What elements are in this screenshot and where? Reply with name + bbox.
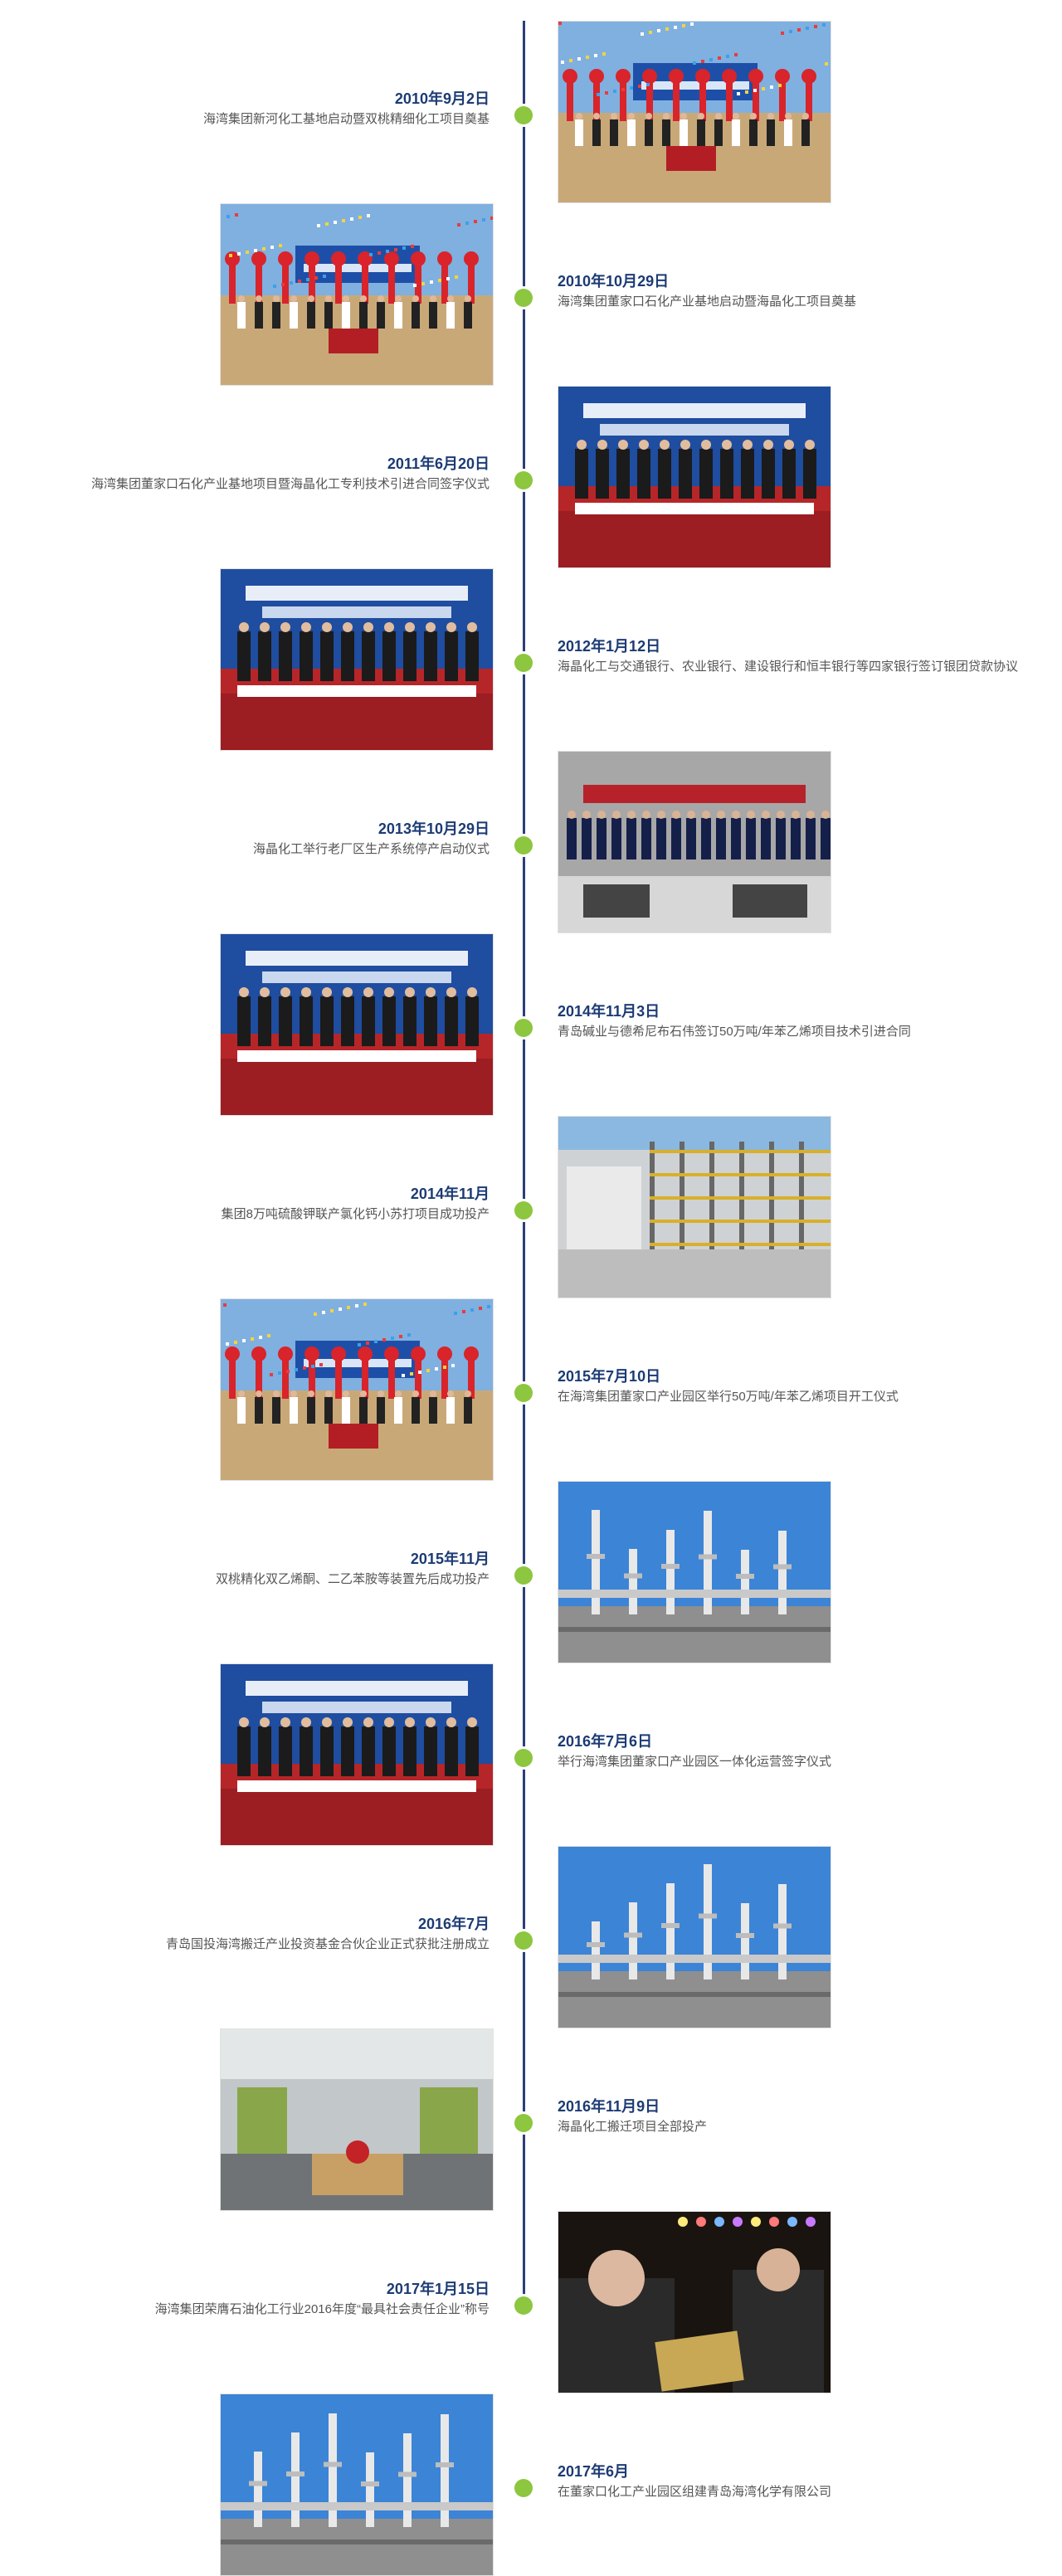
timeline-entry: 2016年7月6日举行海湾集团董家口产业园区一体化运营签字仪式 [0, 1659, 1062, 1846]
timeline-description: 在董家口化工产业园区组建青岛海湾化学有限公司 [558, 2485, 832, 2499]
timeline-dot [514, 654, 533, 672]
timeline-description: 在海湾集团董家口产业园区举行50万吨/年苯乙烯项目开工仪式 [558, 1390, 899, 1404]
event-photo [221, 569, 493, 750]
timeline-description: 海晶化工与交通银行、农业银行、建设银行和恒丰银行等四家银行签订银团贷款协议 [558, 660, 1019, 674]
timeline-entry: 2011年6月20日海湾集团董家口石化产业基地项目暨海晶化工专利技术引进合同签字… [0, 382, 1062, 568]
timeline-date: 2011年6月20日 [387, 455, 490, 472]
signing-ceremony-photo [220, 568, 494, 751]
timeline-dot [514, 1019, 533, 1037]
timeline-description: 海湾集团董家口石化产业基地启动暨海晶化工项目奠基 [558, 295, 857, 309]
timeline-entry-text: 2012年1月12日海晶化工与交通银行、农业银行、建设银行和恒丰银行等四家银行签… [558, 637, 1022, 675]
event-photo [558, 2212, 831, 2393]
timeline-entry: 2016年7月青岛国投海湾搬迁产业投资基金合伙企业正式获批注册成立 [0, 1842, 1062, 2028]
timeline-dot [514, 1201, 533, 1220]
chemical-plant-photo [558, 1846, 831, 2028]
timeline-entry-text: 2016年7月6日举行海湾集团董家口产业园区一体化运营签字仪式 [558, 1732, 1022, 1770]
timeline-description: 举行海湾集团董家口产业园区一体化运营签字仪式 [558, 1755, 832, 1769]
groundbreaking-ceremony-photo [220, 203, 494, 386]
timeline-date: 2014年11月3日 [558, 1003, 660, 1020]
meeting-hall-photo [558, 751, 831, 933]
plant-interior-photo [558, 1116, 831, 1298]
timeline-dot [514, 2296, 533, 2315]
timeline-description: 青岛国投海湾搬迁产业投资基金合伙企业正式获批注册成立 [165, 1937, 490, 1951]
event-photo [558, 387, 831, 567]
chemical-plant-photo [220, 2393, 494, 2576]
timeline-entry-text: 2017年1月15日海湾集团荣膺石油化工行业2016年度“最具社会责任企业”称号 [25, 2280, 490, 2318]
timeline-dot [514, 2114, 533, 2132]
timeline-entry: 2010年9月2日海湾集团新河化工基地启动暨双桃精细化工项目奠基 [0, 17, 1062, 203]
timeline-date: 2010年10月29日 [558, 273, 670, 290]
timeline-date: 2014年11月 [410, 1186, 490, 1202]
production-line-photo [220, 2028, 494, 2211]
timeline-entry-text: 2017年6月在董家口化工产业园区组建青岛海湾化学有限公司 [558, 2462, 1022, 2501]
timeline-dot [514, 1384, 533, 1402]
timeline-dot [514, 106, 533, 124]
timeline-entry-text: 2011年6月20日海湾集团董家口石化产业基地项目暨海晶化工专利技术引进合同签字… [25, 455, 490, 493]
chemical-plant-photo [558, 1481, 831, 1663]
timeline-entry: 2015年7月10日在海湾集团董家口产业园区举行50万吨/年苯乙烯项目开工仪式 [0, 1294, 1062, 1481]
timeline-entry-text: 2015年11月双桃精化双乙烯酮、二乙苯胺等装置先后成功投产 [25, 1550, 490, 1588]
timeline-entry: 2017年1月15日海湾集团荣膺石油化工行业2016年度“最具社会责任企业”称号 [0, 2207, 1062, 2393]
signing-ceremony-photo [220, 933, 494, 1116]
timeline-description: 海晶化工搬迁项目全部投产 [558, 2120, 708, 2134]
timeline-description: 海湾集团董家口石化产业基地项目暨海晶化工专利技术引进合同签字仪式 [90, 477, 490, 491]
event-photo [558, 22, 831, 202]
event-photo [558, 752, 831, 933]
timeline-date: 2016年11月9日 [558, 2098, 660, 2115]
groundbreaking-ceremony-photo [220, 1298, 494, 1481]
timeline-entry-text: 2010年10月29日海湾集团董家口石化产业基地启动暨海晶化工项目奠基 [558, 272, 1022, 310]
timeline-dot [514, 2479, 533, 2497]
groundbreaking-ceremony-photo [558, 21, 831, 203]
timeline-dot [514, 289, 533, 307]
timeline-description: 海晶化工举行老厂区生产系统停产启动仪式 [252, 842, 490, 856]
timeline-entry-text: 2010年9月2日海湾集团新河化工基地启动暨双桃精细化工项目奠基 [25, 90, 490, 128]
timeline-dot [514, 836, 533, 855]
timeline-entry: 2010年10月29日海湾集团董家口石化产业基地启动暨海晶化工项目奠基 [0, 199, 1062, 386]
timeline-date: 2017年1月15日 [386, 2281, 490, 2297]
timeline-entry: 2012年1月12日海晶化工与交通银行、农业银行、建设银行和恒丰银行等四家银行签… [0, 564, 1062, 751]
history-timeline: 2010年9月2日海湾集团新河化工基地启动暨双桃精细化工项目奠基 2010年10月… [0, 0, 1062, 2576]
timeline-description: 双桃精化双乙烯酮、二乙苯胺等装置先后成功投产 [215, 1572, 490, 1586]
timeline-entry-text: 2013年10月29日海晶化工举行老厂区生产系统停产启动仪式 [25, 820, 490, 858]
event-photo [221, 1664, 493, 1845]
timeline-entry: 2014年11月集团8万吨硫酸钾联产氯化钙小苏打项目成功投产 [0, 1112, 1062, 1298]
timeline-date: 2012年1月12日 [558, 638, 661, 655]
timeline-entry: 2014年11月3日青岛碱业与德希尼布石伟签订50万吨/年苯乙烯项目技术引进合同 [0, 929, 1062, 1116]
event-photo [221, 934, 493, 1115]
timeline-date: 2010年9月2日 [394, 90, 490, 107]
timeline-description: 集团8万吨硫酸钾联产氯化钙小苏打项目成功投产 [221, 1207, 490, 1221]
timeline-date: 2016年7月 [417, 1916, 490, 1932]
event-photo [558, 1117, 831, 1298]
timeline-entry-text: 2016年11月9日海晶化工搬迁项目全部投产 [558, 2097, 1022, 2135]
timeline-date: 2016年7月6日 [558, 1733, 653, 1750]
timeline-entry-text: 2016年7月青岛国投海湾搬迁产业投资基金合伙企业正式获批注册成立 [25, 1915, 490, 1953]
event-photo [221, 204, 493, 385]
timeline-dot [514, 1931, 533, 1950]
timeline-description: 海湾集团新河化工基地启动暨双桃精细化工项目奠基 [202, 112, 490, 126]
timeline-entry-text: 2014年11月集团8万吨硫酸钾联产氯化钙小苏打项目成功投产 [25, 1185, 490, 1223]
timeline-date: 2015年11月 [410, 1551, 490, 1567]
timeline-entry-text: 2014年11月3日青岛碱业与德希尼布石伟签订50万吨/年苯乙烯项目技术引进合同 [558, 1002, 1022, 1040]
signing-ceremony-photo [220, 1663, 494, 1846]
timeline-entry: 2015年11月双桃精化双乙烯酮、二乙苯胺等装置先后成功投产 [0, 1477, 1062, 1663]
timeline-entry: 2013年10月29日海晶化工举行老厂区生产系统停产启动仪式 [0, 747, 1062, 933]
timeline-entry: 2016年11月9日海晶化工搬迁项目全部投产 [0, 2024, 1062, 2211]
event-photo [221, 2029, 493, 2210]
event-photo [558, 1482, 831, 1663]
timeline-date: 2015年7月10日 [558, 1368, 661, 1385]
event-photo [558, 1847, 831, 2028]
timeline-dot [514, 1566, 533, 1585]
timeline-description: 海湾集团荣膺石油化工行业2016年度“最具社会责任企业”称号 [154, 2302, 490, 2316]
timeline-entry: 2017年6月在董家口化工产业园区组建青岛海湾化学有限公司 [0, 2389, 1062, 2576]
event-photo [221, 2394, 493, 2575]
timeline-dot [514, 471, 533, 489]
timeline-entry-text: 2015年7月10日在海湾集团董家口产业园区举行50万吨/年苯乙烯项目开工仪式 [558, 1367, 1022, 1405]
signing-ceremony-photo [558, 386, 831, 568]
event-photo [221, 1299, 493, 1480]
timeline-date: 2013年10月29日 [378, 821, 490, 837]
timeline-description: 青岛碱业与德希尼布石伟签订50万吨/年苯乙烯项目技术引进合同 [558, 1025, 911, 1039]
award-ceremony-photo [558, 2211, 831, 2393]
timeline-date: 2017年6月 [558, 2463, 630, 2480]
timeline-dot [514, 1749, 533, 1767]
